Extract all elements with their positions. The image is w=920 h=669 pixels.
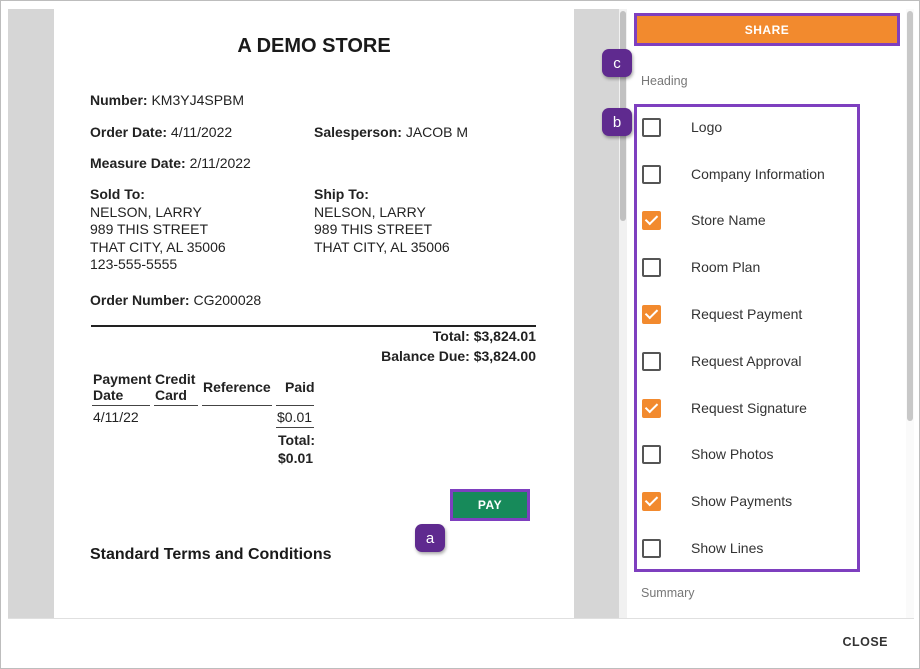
order-number-field: Order Number: CG200028: [90, 292, 261, 308]
measure-date-field: Measure Date: 2/11/2022: [90, 155, 251, 171]
ship-to-street: 989 THIS STREET: [314, 221, 433, 237]
number-field: Number: KM3YJ4SPBM: [90, 92, 244, 108]
number-label: Number:: [90, 92, 148, 108]
pay-button[interactable]: PAY: [450, 489, 530, 521]
order-date-value: 4/11/2022: [170, 124, 233, 140]
option-label: Room Plan: [691, 259, 761, 275]
payments-total-label: Total:: [278, 432, 316, 448]
header-line: Date: [93, 387, 124, 403]
header-underline: [92, 405, 150, 406]
col-header-paid: Paid: [285, 379, 315, 395]
total-underline: [276, 427, 314, 428]
checkbox-checked[interactable]: [642, 210, 661, 230]
col-header-credit-card: Credit Card: [155, 371, 195, 403]
salesperson-value: JACOB M: [405, 124, 469, 140]
callout-badge-c: c: [602, 49, 632, 77]
checkbox-checked[interactable]: [642, 398, 661, 418]
checkbox-checked[interactable]: [642, 491, 661, 511]
totals-divider: [91, 325, 536, 327]
option-show-payments[interactable]: Show Payments: [642, 490, 792, 512]
order-number-value: CG200028: [193, 292, 262, 308]
option-request-approval[interactable]: Request Approval: [642, 350, 802, 372]
close-button[interactable]: CLOSE: [842, 635, 888, 649]
sold-to-phone: 123-555-5555: [90, 256, 178, 272]
option-request-payment[interactable]: Request Payment: [642, 303, 802, 325]
checkbox[interactable]: [642, 351, 661, 371]
option-request-signature[interactable]: Request Signature: [642, 397, 807, 419]
option-company-information[interactable]: Company Information: [642, 163, 825, 185]
ship-to-heading: Ship To:: [314, 186, 369, 202]
salesperson-label: Salesperson:: [314, 124, 402, 140]
option-logo[interactable]: Logo: [642, 116, 722, 138]
header-underline: [276, 405, 314, 406]
option-label: Request Approval: [691, 353, 802, 369]
number-value: KM3YJ4SPBM: [151, 92, 245, 108]
sold-to-city: THAT CITY, AL 35006: [90, 238, 226, 255]
callout-badge-b: b: [602, 108, 632, 136]
option-show-lines[interactable]: Show Lines: [642, 537, 763, 559]
checkbox[interactable]: [642, 164, 661, 184]
order-date-label: Order Date:: [90, 124, 168, 140]
callout-badge-a: a: [415, 524, 445, 552]
option-label: Show Payments: [691, 493, 793, 509]
sold-to-block: Sold To: NELSON, LARRY 989 THIS STREET T…: [90, 186, 226, 274]
checkbox[interactable]: [642, 257, 661, 277]
header-underline: [202, 405, 272, 406]
option-label: Show Photos: [691, 446, 774, 462]
salesperson-field: Salesperson: JACOB M: [314, 124, 468, 140]
balance-due-amount: Balance Due: $3,824.00: [381, 348, 536, 364]
option-room-plan[interactable]: Room Plan: [642, 256, 760, 278]
checkbox[interactable]: [642, 444, 661, 464]
terms-heading: Standard Terms and Conditions: [90, 546, 332, 563]
summary-section-label: Summary: [641, 586, 695, 600]
checkbox-checked[interactable]: [642, 304, 661, 324]
dialog-footer: CLOSE: [8, 618, 914, 662]
order-date-field: Order Date: 4/11/2022: [90, 124, 232, 140]
order-number-label: Order Number:: [90, 292, 190, 308]
payments-total-value: $0.01: [278, 450, 314, 466]
ship-to-name: NELSON, LARRY: [314, 203, 426, 220]
invoice-document: A DEMO STORE Number: KM3YJ4SPBM Order Da…: [54, 9, 574, 618]
option-label: Show Lines: [691, 540, 764, 556]
col-header-payment-date: Payment Date: [93, 371, 151, 403]
option-show-photos[interactable]: Show Photos: [642, 443, 774, 465]
sold-to-name: NELSON, LARRY: [90, 203, 202, 220]
store-name-heading: A DEMO STORE: [237, 35, 391, 57]
total-amount: Total: $3,824.01: [432, 328, 536, 344]
option-store-name[interactable]: Store Name: [642, 209, 766, 231]
header-line: Credit: [155, 371, 196, 387]
sold-to-heading: Sold To:: [90, 186, 145, 202]
checkbox[interactable]: [642, 538, 661, 558]
col-header-reference: Reference: [203, 379, 271, 395]
checkbox[interactable]: [642, 117, 661, 137]
ship-to-city: THAT CITY, AL 35006: [314, 238, 450, 255]
heading-section-label: Heading: [641, 74, 688, 88]
measure-date-value: 2/11/2022: [189, 155, 251, 171]
sold-to-street: 989 THIS STREET: [90, 221, 209, 237]
ship-to-block: Ship To: NELSON, LARRY 989 THIS STREET T…: [314, 186, 450, 256]
payment-date-cell: 4/11/22: [93, 409, 139, 425]
option-label: Company Information: [691, 166, 825, 182]
panel-scrollbar-thumb[interactable]: [907, 11, 913, 421]
paid-cell: $0.01: [277, 409, 313, 425]
option-label: Logo: [691, 119, 723, 135]
measure-date-label: Measure Date:: [90, 155, 186, 171]
header-underline: [154, 405, 198, 406]
share-dialog: A DEMO STORE Number: KM3YJ4SPBM Order Da…: [0, 0, 920, 669]
option-label: Request Payment: [691, 306, 803, 322]
header-line: Card: [155, 387, 187, 403]
option-label: Request Signature: [691, 400, 807, 416]
payments-total: Total: $0.01: [278, 431, 315, 467]
option-label: Store Name: [691, 212, 766, 228]
header-line: Payment: [93, 371, 152, 387]
share-button[interactable]: SHARE: [634, 13, 900, 46]
